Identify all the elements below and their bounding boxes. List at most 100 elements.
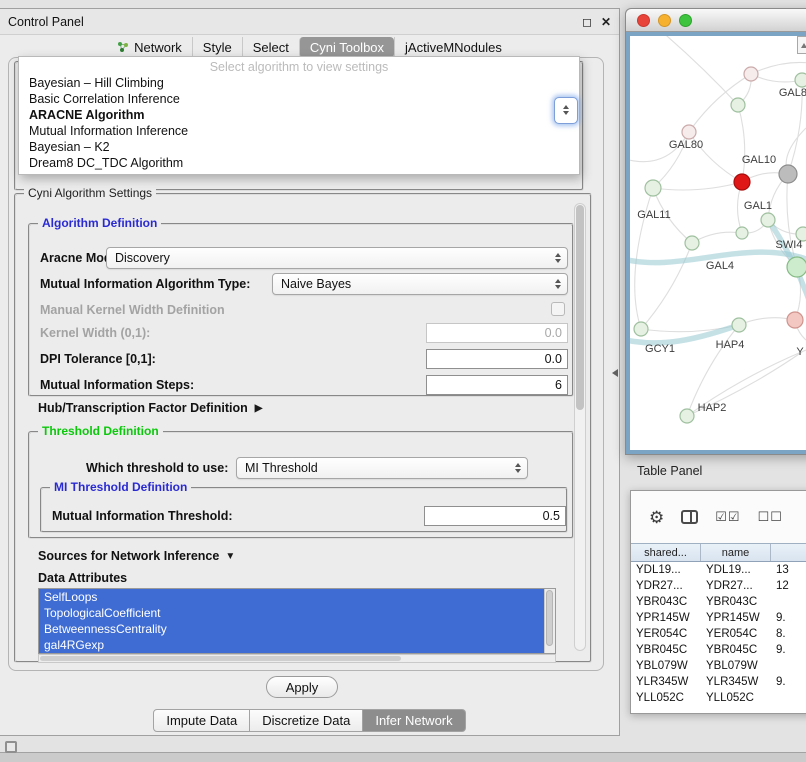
- aracne-mode-select[interactable]: Discovery: [106, 247, 568, 269]
- network-node[interactable]: [795, 73, 806, 87]
- table-cell: 12: [771, 578, 806, 594]
- table-cell: YLL052C: [701, 690, 771, 706]
- network-node[interactable]: [732, 318, 746, 332]
- table-row[interactable]: YDL19...YDL19...13: [631, 562, 806, 578]
- network-node[interactable]: [731, 98, 745, 112]
- mi-threshold-definition-group: MI Threshold Definition Mutual Informati…: [40, 487, 568, 533]
- network-window-titlebar[interactable]: [626, 9, 806, 32]
- tab-impute-data[interactable]: Impute Data: [153, 709, 250, 732]
- data-attributes-items: SelfLoopsTopologicalCoefficientBetweenne…: [39, 589, 555, 653]
- table-column-header[interactable]: shared...: [631, 544, 701, 561]
- table-row[interactable]: YBR045CYBR045C9.: [631, 642, 806, 658]
- table-row[interactable]: YDR27...YDR27...12: [631, 578, 806, 594]
- mi-algorithm-type-label: Mutual Information Algorithm Type:: [40, 273, 250, 295]
- mi-threshold-label: Mutual Information Threshold:: [52, 505, 233, 527]
- close-icon[interactable]: ✕: [601, 15, 611, 29]
- network-node[interactable]: [734, 174, 750, 190]
- network-node[interactable]: [645, 180, 661, 196]
- network-canvas[interactable]: GAL80GAL80GAL10GAL11GAL1SWI4GAL4GCY1HAP4…: [626, 32, 806, 454]
- table-column-header[interactable]: [771, 544, 806, 561]
- attribute-item[interactable]: SelfLoops: [39, 589, 544, 605]
- tab-style[interactable]: Style: [192, 37, 242, 58]
- kernel-width-field[interactable]: 0.0: [426, 323, 568, 343]
- hub-transcription-factor-section[interactable]: Hub/Transcription Factor Definition ▶: [38, 401, 262, 415]
- select-all-columns-icon[interactable]: ☑☑: [715, 509, 740, 525]
- scroll-up-arrow-icon: [801, 43, 806, 48]
- tab-select[interactable]: Select: [242, 37, 299, 58]
- tab-discretize-data[interactable]: Discretize Data: [250, 709, 363, 732]
- table-row[interactable]: YBL079WYBL079W: [631, 658, 806, 674]
- scrollbar-thumb[interactable]: [546, 590, 553, 646]
- algorithm-option[interactable]: Bayesian – K2: [19, 139, 579, 155]
- table-cell: YDL19...: [701, 562, 771, 578]
- float-window-icon[interactable]: ◻: [582, 15, 592, 29]
- network-node[interactable]: [779, 165, 797, 183]
- network-edge: [738, 105, 745, 182]
- settings-scrollbar[interactable]: [574, 203, 586, 651]
- dock-panel-icon[interactable]: [5, 741, 17, 753]
- unselect-all-columns-icon[interactable]: ☐☐: [758, 509, 783, 525]
- network-node[interactable]: [761, 213, 775, 227]
- dpi-tolerance-field[interactable]: 0.0: [426, 349, 568, 369]
- mi-algorithm-type-select[interactable]: Naive Bayes: [272, 273, 568, 295]
- table-row[interactable]: YLL052CYLL052C: [631, 690, 806, 706]
- algorithm-option[interactable]: Bayesian – Hill Climbing: [19, 75, 579, 91]
- table-row[interactable]: YPR145WYPR145W9.: [631, 610, 806, 626]
- table-cell: 9.: [771, 642, 806, 658]
- attributes-horizontal-scrollbar[interactable]: [38, 654, 556, 663]
- sources-for-network-inference-section[interactable]: Sources for Network Inference ▼: [38, 549, 235, 563]
- manual-kernel-width-checkbox[interactable]: [551, 302, 565, 316]
- columns-icon[interactable]: [681, 510, 698, 524]
- network-node[interactable]: [736, 227, 748, 239]
- algorithm-option[interactable]: Basic Correlation Inference: [19, 91, 579, 107]
- attribute-item[interactable]: BetweennessCentrality: [39, 621, 544, 637]
- attribute-item[interactable]: gal4RGexp: [39, 637, 544, 653]
- group-title: MI Threshold Definition: [50, 480, 191, 494]
- network-scrollbar[interactable]: [797, 36, 806, 54]
- table-row[interactable]: YLR345WYLR345W9.: [631, 674, 806, 690]
- tab-jactivemnodules[interactable]: jActiveMNodules: [394, 37, 512, 58]
- node-label: HAP4: [716, 339, 745, 351]
- scrollbar-thumb[interactable]: [576, 205, 584, 410]
- algorithm-combobox-fragment[interactable]: [554, 97, 578, 124]
- network-node[interactable]: [634, 322, 648, 336]
- expanded-arrow-icon[interactable]: ▼: [225, 551, 235, 562]
- splitter-collapse-icon[interactable]: [612, 369, 618, 377]
- table-row[interactable]: YBR043CYBR043C: [631, 594, 806, 610]
- close-traffic-light-icon[interactable]: [637, 14, 650, 27]
- attributes-vertical-scrollbar[interactable]: [544, 589, 555, 653]
- algorithm-option[interactable]: ARACNE Algorithm: [19, 107, 579, 123]
- which-threshold-label: Which threshold to use:: [86, 457, 228, 479]
- data-attributes-list[interactable]: SelfLoopsTopologicalCoefficientBetweenne…: [38, 588, 556, 654]
- algorithm-option[interactable]: Mutual Information Inference: [19, 123, 579, 139]
- which-threshold-select[interactable]: MI Threshold: [236, 457, 528, 479]
- network-node[interactable]: [682, 125, 696, 139]
- table-row[interactable]: YER054CYER054C8.: [631, 626, 806, 642]
- kernel-width-label: Kernel Width (0,1):: [40, 322, 150, 344]
- network-node[interactable]: [680, 409, 694, 423]
- network-node[interactable]: [744, 67, 758, 81]
- network-node[interactable]: [685, 236, 699, 250]
- tab-network[interactable]: Network: [107, 37, 192, 58]
- mi-steps-field[interactable]: 6: [426, 375, 568, 395]
- gear-icon[interactable]: ⚙: [649, 509, 664, 526]
- field-value: 0.0: [545, 326, 562, 340]
- table-column-header[interactable]: name: [701, 544, 771, 561]
- tab-cyni-toolbox[interactable]: Cyni Toolbox: [299, 37, 394, 58]
- collapsed-arrow-icon[interactable]: ▶: [255, 403, 263, 414]
- apply-button[interactable]: Apply: [266, 676, 338, 698]
- attribute-item[interactable]: TopologicalCoefficient: [39, 605, 544, 621]
- minimize-traffic-light-icon[interactable]: [658, 14, 671, 27]
- network-node[interactable]: [787, 257, 806, 277]
- scrollbar-thumb[interactable]: [40, 656, 401, 661]
- network-node[interactable]: [787, 312, 803, 328]
- mi-threshold-field[interactable]: 0.5: [424, 506, 566, 526]
- zoom-traffic-light-icon[interactable]: [679, 14, 692, 27]
- table-panel-window: ⚙ ☑☑ ☐☐ shared...name YDL19...YDL19...13…: [630, 490, 806, 714]
- tab-infer-network[interactable]: Infer Network: [363, 709, 465, 732]
- algorithm-option[interactable]: Dream8 DC_TDC Algorithm: [19, 155, 579, 171]
- threshold-definition-group: Threshold Definition Which threshold to …: [28, 431, 574, 539]
- network-edge: [751, 74, 802, 82]
- tab-label: jActiveMNodules: [405, 40, 502, 55]
- tab-label: Cyni Toolbox: [310, 40, 384, 55]
